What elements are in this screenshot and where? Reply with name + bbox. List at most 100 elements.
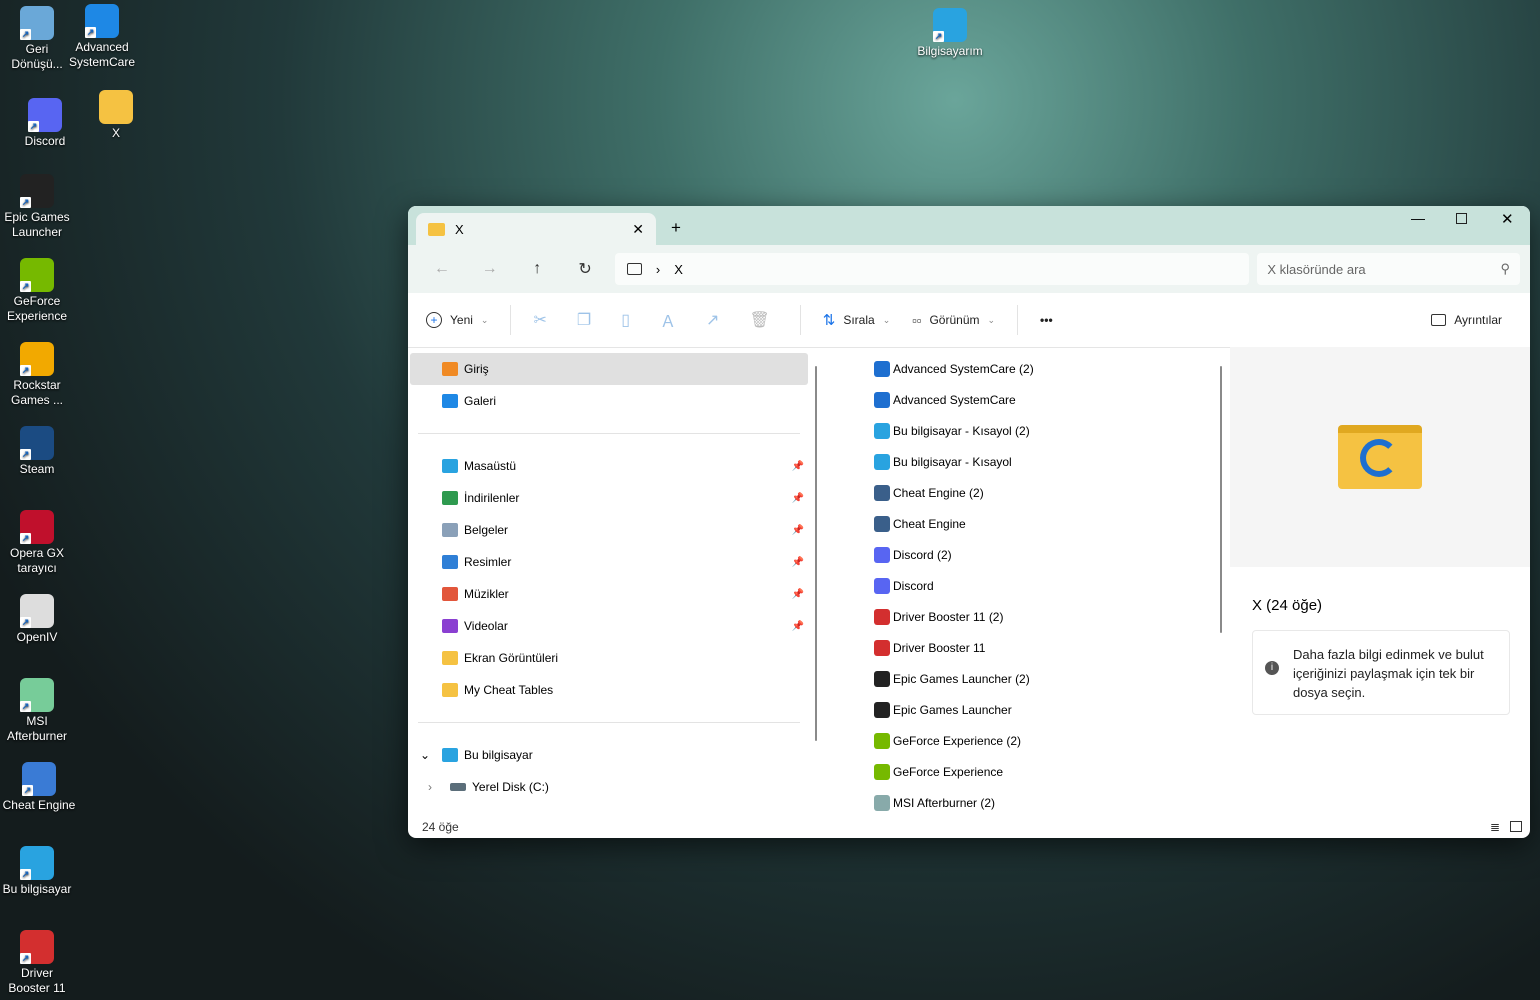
file-item[interactable]: GeForce Experience: [824, 756, 1214, 787]
nav-item[interactable]: My Cheat Tables: [410, 674, 808, 706]
desktop-icon[interactable]: ↗ Steam: [0, 426, 74, 477]
desktop-icon[interactable]: ↗ GeForce Experience: [0, 258, 74, 324]
desktop-icon[interactable]: X: [79, 90, 153, 141]
file-name: GeForce Experience: [893, 764, 1004, 779]
item-count: 24 öğe: [422, 819, 459, 834]
file-item[interactable]: Advanced SystemCare: [824, 384, 1214, 415]
paste-icon[interactable]: ▯: [621, 310, 630, 330]
desktop-icon[interactable]: ↗ Bilgisayarım: [913, 8, 987, 59]
maximize-button[interactable]: [1456, 213, 1467, 224]
list-view-icon[interactable]: ≣: [1490, 820, 1500, 834]
nav-item-this-pc[interactable]: ⌄ Bu bilgisayar: [410, 739, 808, 771]
view-label: Görünüm: [929, 313, 980, 327]
file-item[interactable]: GeForce Experience (2): [824, 725, 1214, 756]
new-tab-button[interactable]: +: [671, 218, 681, 238]
file-item[interactable]: Epic Games Launcher (2): [824, 663, 1214, 694]
cheat-engine-icon: ↗: [22, 762, 56, 796]
pin-icon: 📌: [791, 588, 804, 600]
drive-icon: [450, 783, 466, 791]
status-bar: 24 öğe ≣: [408, 815, 1530, 838]
back-button[interactable]: ←: [418, 260, 466, 278]
folder-preview: [1230, 347, 1530, 567]
file-name: Advanced SystemCare: [893, 392, 1016, 407]
nav-item[interactable]: Galeri: [410, 385, 808, 417]
file-name: Bu bilgisayar - Kısayol (2): [893, 423, 1030, 438]
nav-item[interactable]: Masaüstü 📌: [410, 450, 808, 482]
nav-label: İndirilenler: [464, 491, 520, 505]
file-item[interactable]: Discord (2): [824, 539, 1214, 570]
up-button[interactable]: ↑: [513, 260, 561, 278]
nav-scrollbar[interactable]: [815, 366, 817, 741]
close-button[interactable]: ✕: [1501, 210, 1514, 228]
cut-icon[interactable]: ✂: [533, 310, 546, 330]
desktop-icon[interactable]: ↗ MSI Afterburner: [0, 678, 74, 744]
file-name: Discord: [893, 578, 934, 593]
desktop-icon[interactable]: ↗ Discord: [8, 98, 82, 149]
close-tab-icon[interactable]: ✕: [632, 221, 644, 238]
copy-icon[interactable]: ❐: [577, 310, 591, 330]
details-pane-icon: [1431, 314, 1447, 326]
desktop-icon[interactable]: ↗ Rockstar Games ...: [0, 342, 74, 408]
desktop-icon[interactable]: ↗ Cheat Engine: [2, 762, 76, 813]
file-item[interactable]: Discord: [824, 570, 1214, 601]
file-item[interactable]: Driver Booster 11: [824, 632, 1214, 663]
desktop-icon[interactable]: ↗ Opera GX tarayıcı: [0, 510, 74, 576]
nav-icon: [442, 491, 458, 505]
nav-item[interactable]: Giriş: [410, 353, 808, 385]
chevron-right-icon[interactable]: ›: [428, 780, 432, 794]
file-item[interactable]: Cheat Engine (2): [824, 477, 1214, 508]
file-item[interactable]: Epic Games Launcher: [824, 694, 1214, 725]
nav-item-drive[interactable]: › Yerel Disk (C:): [410, 771, 808, 803]
nav-item[interactable]: İndirilenler 📌: [410, 482, 808, 514]
refresh-button[interactable]: ↻: [561, 259, 609, 279]
chevron-down-icon[interactable]: ⌄: [420, 748, 430, 762]
desktop-icon[interactable]: ↗ Advanced SystemCare: [65, 4, 139, 70]
new-button[interactable]: + Yeni ⌄: [426, 312, 488, 328]
file-item[interactable]: MSI Afterburner (2): [824, 787, 1214, 815]
nav-icon: [442, 555, 458, 569]
nav-label: Belgeler: [464, 523, 509, 537]
address-row: ← → ↑ ↻ › X X klasöründe ara ⚲: [408, 245, 1530, 293]
desktop-icon[interactable]: ↗ Epic Games Launcher: [0, 174, 74, 240]
file-item[interactable]: Cheat Engine: [824, 508, 1214, 539]
file-name: Driver Booster 11 (2): [893, 609, 1004, 624]
file-list-scrollbar[interactable]: [1220, 366, 1222, 633]
file-list: Advanced SystemCare (2) Advanced SystemCa…: [824, 353, 1214, 815]
driver-booster-icon: ↗: [20, 930, 54, 964]
file-item[interactable]: Driver Booster 11 (2): [824, 601, 1214, 632]
nav-label: Videolar: [464, 619, 508, 633]
share-icon[interactable]: ↗: [706, 310, 719, 330]
view-button[interactable]: ▫▫ Görünüm ⌄: [912, 313, 995, 328]
delete-icon[interactable]: 🗑: [749, 310, 769, 330]
openiv-icon: ↗: [20, 594, 54, 628]
file-item[interactable]: Advanced SystemCare (2): [824, 353, 1214, 384]
desktop-icon[interactable]: ↗ OpenIV: [0, 594, 74, 645]
desktop-icon-label: Epic Games Launcher: [4, 210, 70, 239]
desktop-icon[interactable]: ↗ Geri Dönüşü...: [0, 6, 74, 72]
file-item[interactable]: Bu bilgisayar - Kısayol (2): [824, 415, 1214, 446]
nav-item[interactable]: Videolar 📌: [410, 610, 808, 642]
desktop-icon[interactable]: ↗ Bu bilgisayar: [0, 846, 74, 897]
more-button[interactable]: •••: [1040, 313, 1053, 327]
shortcut-icon: [874, 360, 890, 377]
tiles-view-icon[interactable]: [1510, 821, 1522, 832]
address-bar[interactable]: › X: [614, 253, 1250, 285]
details-pane: X (24 öğe) i Daha fazla bilgi edinmek ve…: [1230, 347, 1530, 815]
rename-icon[interactable]: Ａ: [660, 308, 676, 332]
search-input[interactable]: X klasöründe ara ⚲: [1257, 253, 1520, 285]
minimize-button[interactable]: —: [1411, 210, 1425, 226]
details-pane-button[interactable]: Ayrıntılar: [1431, 313, 1502, 327]
forward-button[interactable]: →: [466, 260, 514, 278]
file-item[interactable]: Bu bilgisayar - Kısayol: [824, 446, 1214, 477]
tab-x[interactable]: X ✕: [416, 213, 656, 245]
nav-item[interactable]: Müzikler 📌: [410, 578, 808, 610]
nav-item[interactable]: Ekran Görüntüleri: [410, 642, 808, 674]
desktop-icon[interactable]: ↗ Driver Booster 11: [0, 930, 74, 996]
sort-button[interactable]: ⇅ Sırala ⌄: [823, 311, 890, 329]
msi-afterburner-icon: ↗: [20, 678, 54, 712]
nav-icon: [442, 459, 458, 473]
nav-item[interactable]: Belgeler 📌: [410, 514, 808, 546]
nav-item[interactable]: Resimler 📌: [410, 546, 808, 578]
breadcrumb-x[interactable]: X: [674, 262, 683, 277]
nav-label: Müzikler: [464, 587, 509, 601]
